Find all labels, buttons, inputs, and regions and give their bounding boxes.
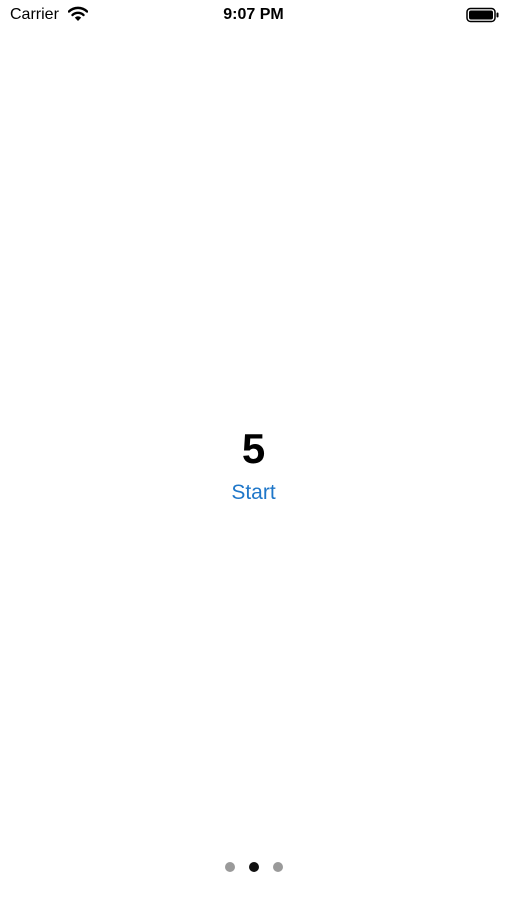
page-dot-2[interactable] bbox=[248, 862, 259, 872]
page-dot-1[interactable] bbox=[224, 862, 235, 872]
page-dot-3[interactable] bbox=[272, 862, 283, 872]
app-screen: Carrier 9:07 PM 5 Start bbox=[0, 0, 507, 900]
page-control[interactable] bbox=[0, 861, 507, 873]
start-button[interactable]: Start bbox=[203, 478, 304, 508]
status-bar: Carrier 9:07 PM bbox=[0, 0, 507, 30]
battery-icon bbox=[466, 7, 500, 23]
counter-value: 5 bbox=[241, 425, 266, 472]
clock-time: 9:07 PM bbox=[223, 6, 284, 23]
